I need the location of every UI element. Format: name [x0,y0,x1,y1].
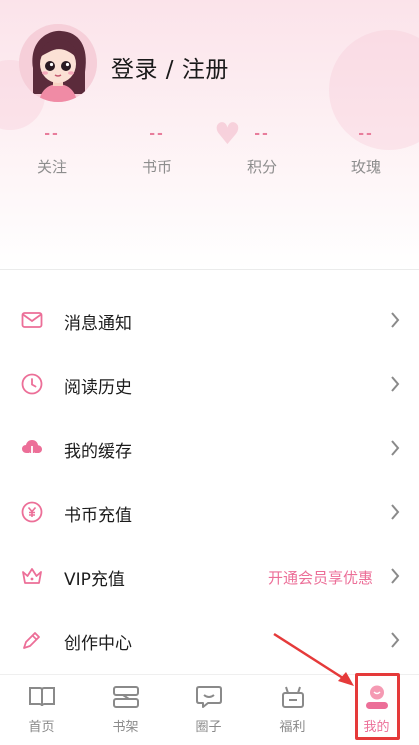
stat-label: 书币 [141,158,172,176]
stat-points[interactable]: -- 积分 [222,126,302,177]
chevron-right-icon [391,440,400,456]
chevron-right-icon [391,376,400,392]
menu-item-cache[interactable]: 我的缓存 [0,416,419,480]
stats-row: -- 关注 -- 书币 -- 积分 -- 玫瑰 [0,126,419,186]
gift-icon [282,686,304,708]
profile-header: ♥ 登录 / 注册 -- 关注 -- 书币 -- 积分 -- 玫瑰 [0,0,419,270]
stat-value: -- [44,126,60,142]
bookshelf-icon [113,686,139,708]
stat-value: -- [254,126,270,142]
cloud-download-icon [22,440,42,458]
menu-item-label: 创作中心 [64,634,132,654]
menu-item-coin-recharge[interactable]: 书币充值 [0,480,419,544]
chevron-right-icon [391,568,400,584]
tab-label: 书架 [112,720,139,735]
tab-label: 福利 [279,720,306,735]
stat-label: 积分 [246,158,277,176]
tab-mine[interactable]: 我的 [335,675,418,745]
menu-item-notifications[interactable]: 消息通知 [0,288,419,352]
envelope-icon [21,312,43,328]
tab-circle[interactable]: 圈子 [167,675,250,745]
login-register-link[interactable]: 登录 / 注册 [111,50,229,84]
chevron-right-icon [391,312,400,328]
menu-item-label: 阅读历史 [64,378,132,398]
menu-item-label: VIP充值 [64,570,125,590]
tab-welfare[interactable]: 福利 [251,675,334,745]
crown-icon [22,568,42,584]
profile-icon [366,685,388,709]
avatar[interactable] [19,24,97,102]
chevron-right-icon [391,504,400,520]
menu-item-label: 书币充值 [64,506,132,526]
stat-value: -- [358,126,374,142]
book-icon [29,687,55,707]
stat-follow[interactable]: -- 关注 [12,126,92,177]
menu-item-label: 我的缓存 [64,442,132,462]
tab-label: 圈子 [195,720,222,735]
clock-icon [21,373,43,395]
tab-label: 我的 [363,720,390,735]
chat-bubble-icon [196,686,222,708]
vip-promo-text: 开通会员享优惠 [267,569,373,587]
menu-item-reading-history[interactable]: 阅读历史 [0,352,419,416]
menu-item-vip-recharge[interactable]: VIP充值 开通会员享优惠 [0,544,419,608]
menu-item-label: 消息通知 [64,314,132,334]
tab-bookshelf[interactable]: 书架 [84,675,167,745]
section-divider [0,269,419,270]
stat-label: 玫瑰 [350,158,381,176]
tab-label: 首页 [28,720,55,735]
chevron-right-icon [391,632,400,648]
stat-value: -- [149,126,165,142]
coin-icon [21,501,43,523]
stat-label: 关注 [36,158,67,176]
bottom-tab-bar: 首页 书架 圈子 福利 我的 [0,674,419,745]
pen-icon [23,632,40,649]
stat-coins[interactable]: -- 书币 [117,126,197,177]
stat-roses[interactable]: -- 玫瑰 [326,126,406,177]
menu-item-creation-center[interactable]: 创作中心 [0,608,419,672]
tab-home[interactable]: 首页 [0,675,83,745]
